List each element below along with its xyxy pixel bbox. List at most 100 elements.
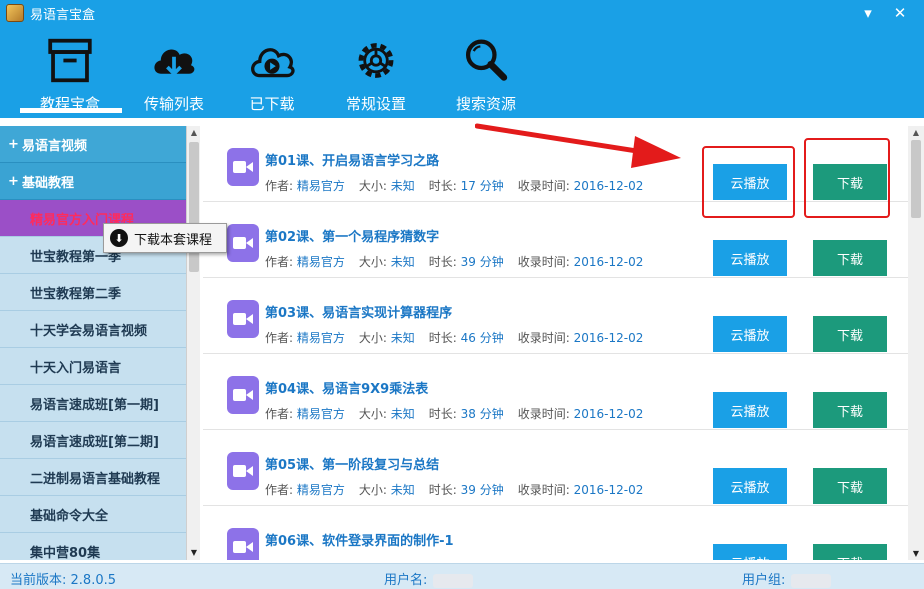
duration-label: 时长:	[428, 407, 457, 421]
close-button[interactable]: ✕	[890, 3, 910, 23]
size-label: 大小:	[358, 331, 387, 345]
date-label: 收录时间:	[517, 255, 570, 269]
video-icon	[227, 148, 259, 186]
sidebar-group-label: 基础教程	[22, 175, 75, 191]
author-value: 精易官方	[296, 483, 345, 497]
scroll-up-icon[interactable]: ▲	[189, 128, 199, 138]
sidebar-scrollbar[interactable]: ▲ ▼	[186, 126, 200, 560]
sidebar-item[interactable]: 十天入门易语言	[0, 348, 186, 385]
cloud-play-icon	[251, 48, 295, 78]
size-value: 未知	[390, 331, 415, 345]
duration-value: 38 分钟	[460, 407, 504, 421]
course-row[interactable]: 第04课、易语言9X9乘法表 作者: 精易官方 大小: 未知 时长: 38 分钟 收录时…	[203, 354, 908, 430]
download-arrow-icon: ⬇	[110, 229, 128, 247]
video-icon	[227, 224, 259, 262]
cloud-play-button[interactable]: 云播放	[713, 544, 787, 560]
sidebar-item[interactable]: 世宝教程第二季	[0, 274, 186, 311]
course-row[interactable]: 第05课、第一阶段复习与总结作者: 精易官方 大小: 未知 时长: 39 分钟 收录时…	[203, 430, 908, 506]
sidebar-item[interactable]: 集中营80集	[0, 533, 186, 560]
expand-icon: +	[8, 173, 19, 189]
course-list: 第01课、开启易语言学习之路 作者: 精易官方 大小: 未知 时长: 17 分钟 收录时…	[203, 126, 908, 560]
course-title[interactable]: 第06课、软件登录界面的制作-1	[265, 530, 454, 549]
duration-value: 39 分钟	[460, 255, 504, 269]
usergroup-label: 用户组:	[742, 573, 786, 588]
highlight-box-download	[804, 138, 890, 218]
box-icon	[48, 38, 92, 83]
sidebar-item[interactable]: 基础命令大全	[0, 496, 186, 533]
tab-tutorial-box[interactable]: 教程宝盒	[20, 36, 120, 114]
author-label: 作者:	[265, 255, 294, 269]
tab-label: 搜索资源	[455, 95, 516, 113]
cloud-play-button[interactable]: 云播放	[713, 392, 787, 428]
course-meta: 作者: 精易官方 大小: 未知 时长: 46 分钟 收录时间: 2016-12-02	[265, 329, 643, 346]
tab-search-resources[interactable]: 搜索资源	[436, 36, 536, 114]
usergroup-redacted	[791, 573, 832, 588]
username-label: 用户名:	[384, 573, 428, 588]
course-list-scrollbar[interactable]: ▲ ▼	[908, 126, 924, 560]
red-pointer-arrow-icon	[475, 123, 681, 168]
video-icon	[227, 300, 259, 338]
author-label: 作者:	[265, 483, 294, 497]
cloud-download-icon	[154, 49, 195, 77]
cloud-play-button[interactable]: 云播放	[713, 316, 787, 352]
duration-value: 17 分钟	[460, 179, 504, 193]
course-title[interactable]: 第04课、易语言9X9乘法表	[265, 378, 428, 397]
author-value: 精易官方	[296, 255, 345, 269]
download-button[interactable]: 下载	[813, 544, 887, 560]
course-row[interactable]: 第02课、第一个易程序猜数字 作者: 精易官方 大小: 未知 时长: 39 分钟 收录时…	[203, 202, 908, 278]
sidebar-item[interactable]: 十天学会易语言视频	[0, 311, 186, 348]
version-info: 当前版本: 2.8.0.5	[10, 569, 116, 588]
scroll-down-icon[interactable]: ▼	[189, 548, 199, 558]
course-title[interactable]: 第02课、第一个易程序猜数字	[265, 226, 439, 245]
tab-settings[interactable]: 常规设置	[326, 36, 426, 114]
course-title[interactable]: 第03课、易语言实现计算器程序	[265, 302, 452, 321]
course-title[interactable]: 第01课、开启易语言学习之路	[265, 150, 439, 169]
date-label: 收录时间:	[517, 483, 570, 497]
course-title[interactable]: 第05课、第一阶段复习与总结	[265, 454, 439, 473]
video-icon	[227, 376, 259, 414]
tab-label: 已下载	[249, 95, 295, 113]
cloud-play-button[interactable]: 云播放	[713, 468, 787, 504]
sidebar-group-yiyuyan-video[interactable]: + 易语言视频	[0, 126, 186, 163]
scroll-up-icon[interactable]: ▲	[911, 128, 921, 137]
context-menu-download-course[interactable]: ⬇ 下载本套课程	[103, 223, 227, 253]
author-label: 作者:	[265, 331, 294, 345]
course-row[interactable]: 第03课、易语言实现计算器程序作者: 精易官方 大小: 未知 时长: 46 分钟 收录…	[203, 278, 908, 354]
tab-transfer-list[interactable]: 传输列表	[124, 36, 224, 114]
tab-label: 传输列表	[143, 95, 204, 113]
download-button[interactable]: 下载	[813, 316, 887, 352]
tab-label: 常规设置	[345, 95, 406, 113]
sidebar-item[interactable]: 易语言速成班[第一期]	[0, 385, 186, 422]
cloud-play-button[interactable]: 云播放	[713, 240, 787, 276]
size-value: 未知	[390, 179, 415, 193]
main-toolbar: 教程宝盒 传输列表 已下载 常规设置 搜索资源	[0, 26, 924, 118]
sidebar-group-basic-tutorial[interactable]: + 基础教程	[0, 163, 186, 200]
status-bar: 当前版本: 2.8.0.5 用户名: 用户组:	[0, 563, 924, 589]
video-icon	[227, 452, 259, 490]
date-label: 收录时间:	[517, 179, 570, 193]
active-tab-indicator	[20, 108, 122, 113]
size-label: 大小:	[358, 407, 387, 421]
scroll-thumb[interactable]	[911, 140, 921, 218]
sidebar-item[interactable]: 易语言速成班[第二期]	[0, 422, 186, 459]
download-button[interactable]: 下载	[813, 392, 887, 428]
duration-label: 时长:	[428, 255, 457, 269]
duration-label: 时长:	[428, 483, 457, 497]
download-button[interactable]: 下载	[813, 240, 887, 276]
course-meta: 作者: 精易官方 大小: 未知 时长: 39 分钟 收录时间: 2016-12-02	[265, 481, 643, 498]
tab-downloaded[interactable]: 已下载	[222, 36, 322, 114]
author-label: 作者:	[265, 179, 294, 193]
download-button[interactable]: 下载	[813, 468, 887, 504]
title-bar: 易语言宝盒 ▾ ✕	[0, 0, 924, 26]
video-icon	[227, 528, 259, 560]
sidebar-group-label: 易语言视频	[22, 138, 88, 154]
search-icon	[465, 39, 508, 81]
minimize-button[interactable]: ▾	[858, 3, 878, 23]
sidebar-item[interactable]: 二进制易语言基础教程	[0, 459, 186, 496]
sidebar: + 易语言视频 + 基础教程 精易官方入门课程 世宝教程第一季 世宝教程第二季 …	[0, 126, 200, 560]
course-row[interactable]: 第06课、软件登录界面的制作-1 云播放 下载	[203, 506, 908, 560]
scroll-down-icon[interactable]: ▼	[911, 549, 921, 558]
date-label: 收录时间:	[517, 331, 570, 345]
date-label: 收录时间:	[517, 407, 570, 421]
size-label: 大小:	[358, 255, 387, 269]
